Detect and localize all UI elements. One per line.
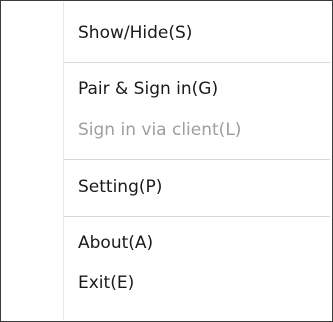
menu-item-about[interactable]: About(A) [1, 233, 332, 253]
menu-separator [64, 62, 330, 63]
menu-item-show-hide[interactable]: Show/Hide(S) [1, 23, 332, 43]
context-menu: Show/Hide(S) Pair & Sign in(G) Sign in v… [0, 0, 333, 322]
menu-separator [64, 216, 330, 217]
menu-separator [64, 159, 330, 160]
menu-item-sign-in-via-client: Sign in via client(L) [78, 120, 242, 140]
menu-item-setting[interactable]: Setting(P) [1, 177, 332, 197]
menu-item-pair-sign-in[interactable]: Pair & Sign in(G) [1, 79, 332, 99]
menu-item-exit[interactable]: Exit(E) [1, 273, 332, 293]
